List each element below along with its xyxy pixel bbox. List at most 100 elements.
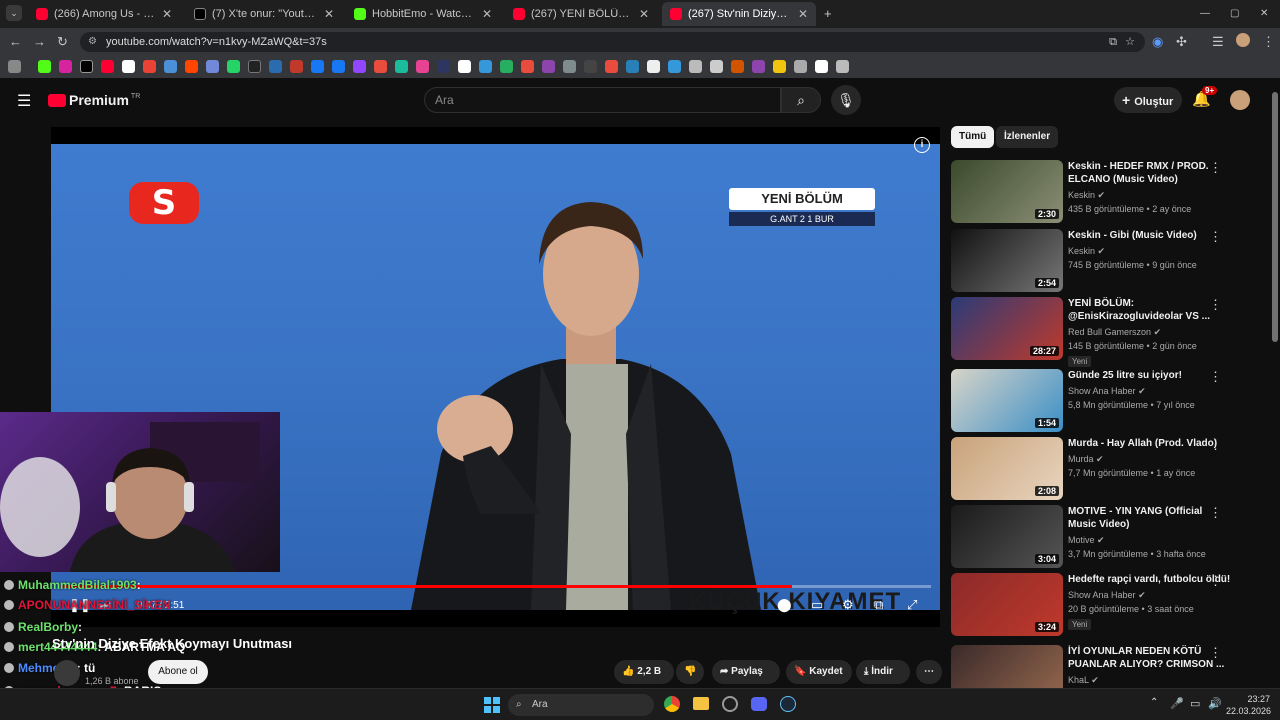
miniplayer-icon[interactable]: ⧉ (874, 597, 883, 613)
channel-name[interactable]: Show Ana Haber ✔ (1068, 590, 1233, 601)
taskbar-clock[interactable]: 23:27 22.03.2026 (1226, 693, 1271, 717)
profile-avatar-icon[interactable] (1236, 33, 1250, 47)
recommended-video[interactable]: 2:08 Murda - Hay Allah (Prod. Vlado) Murda… (951, 437, 1261, 503)
recommended-video[interactable]: 2:30 Keskin - HEDEF RMX / PROD. ELCANO (M… (951, 160, 1261, 226)
hamburger-menu-icon[interactable]: ☰ (17, 91, 31, 111)
bookmark-translate-icon[interactable] (206, 60, 219, 73)
bookmark-site-icon[interactable] (416, 60, 429, 73)
bookmark-site-icon[interactable] (605, 60, 618, 73)
bookmark-site-icon[interactable] (731, 60, 744, 73)
bookmark-site-icon[interactable] (626, 60, 639, 73)
bookmark-site-icon[interactable] (437, 60, 450, 73)
more-actions-button[interactable]: ⋯ (916, 660, 942, 684)
reading-list-icon[interactable]: ☰ (1212, 34, 1224, 50)
discord-icon[interactable] (751, 697, 767, 711)
close-icon[interactable]: ✕ (162, 7, 172, 21)
bookmark-site-icon[interactable] (584, 60, 597, 73)
youtube-premium-logo[interactable]: Premium TR (48, 92, 140, 108)
bookmark-site-icon[interactable] (815, 60, 828, 73)
more-options-icon[interactable]: ⋮ (1209, 573, 1222, 589)
minimize-icon[interactable]: — (1200, 6, 1210, 22)
extensions-puzzle-icon[interactable]: ✣ (1176, 34, 1187, 50)
bookmark-site-icon[interactable] (479, 60, 492, 73)
more-options-icon[interactable]: ⋮ (1209, 645, 1222, 661)
channel-name[interactable]: Red Bull Gamerszon ✔ (1068, 327, 1233, 338)
bookmark-site-icon[interactable] (269, 60, 282, 73)
fullscreen-icon[interactable]: ⤢ (907, 597, 917, 613)
bookmark-reddit-icon[interactable] (185, 60, 198, 73)
video-thumbnail[interactable]: 28:27 (951, 297, 1063, 360)
channel-name[interactable]: Murda ✔ (1068, 454, 1233, 465)
bookmark-site-icon[interactable] (647, 60, 660, 73)
bookmark-youtube-icon[interactable] (101, 60, 114, 73)
tab-x-post[interactable]: (7) X'te onur: "Youtubedaki Era✕ (186, 2, 342, 26)
settings-app-icon[interactable] (722, 696, 738, 712)
chip-watched[interactable]: İzlenenler (996, 126, 1059, 148)
bookmark-google-icon[interactable] (122, 60, 135, 73)
close-icon[interactable]: ✕ (482, 7, 492, 21)
windows-start-icon[interactable] (484, 697, 500, 713)
bookmark-star-icon[interactable]: ☆ (1125, 32, 1135, 52)
like-button[interactable]: 👍 2,2 B (614, 660, 674, 684)
autoplay-toggle[interactable]: ⬤ (777, 597, 792, 613)
tab-among-us[interactable]: (266) Among Us - Lobby Space✕ (28, 2, 180, 26)
tab-list-icon[interactable]: ⌄ (6, 5, 22, 21)
chrome-taskbar-icon[interactable] (664, 696, 680, 712)
bookmark-site-icon[interactable] (395, 60, 408, 73)
account-avatar[interactable] (1230, 90, 1250, 110)
bookmark-steam-icon[interactable] (248, 60, 261, 73)
video-thumbnail[interactable]: 2:30 (951, 160, 1063, 223)
channel-avatar[interactable] (54, 660, 80, 686)
more-options-icon[interactable]: ⋮ (1209, 505, 1222, 521)
bookmark-site-icon[interactable] (500, 60, 513, 73)
bookmark-site-icon[interactable] (458, 60, 471, 73)
bookmark-site-icon[interactable] (290, 60, 303, 73)
more-options-icon[interactable]: ⋮ (1209, 160, 1222, 176)
chip-all[interactable]: Tümü (951, 126, 995, 148)
reload-icon[interactable]: ↻ (57, 34, 68, 50)
taskbar-search[interactable]: ⌕ Ara (508, 694, 654, 716)
video-thumbnail[interactable]: 2:54 (951, 229, 1063, 292)
search-input[interactable]: Ara (424, 87, 781, 113)
install-app-icon[interactable]: ⧉ (1109, 32, 1117, 52)
channel-name[interactable]: Keskin ✔ (1068, 246, 1233, 257)
site-info-icon[interactable]: ⚙ (88, 32, 97, 52)
bookmark-facebook-icon[interactable] (332, 60, 345, 73)
new-tab-button[interactable]: + (824, 6, 832, 22)
bookmark-site-icon[interactable] (794, 60, 807, 73)
recommended-video[interactable]: 28:27 YENİ BÖLÜM: @EnisKirazogluvideolar … (951, 297, 1261, 367)
bookmark-site-icon[interactable] (542, 60, 555, 73)
video-thumbnail[interactable]: 1:54 (951, 369, 1063, 432)
bookmark-site-icon[interactable] (689, 60, 702, 73)
channel-name[interactable]: Show Ana Haber ✔ (1068, 386, 1233, 397)
close-icon[interactable]: ✕ (639, 7, 649, 21)
bookmark-instagram-icon[interactable] (59, 60, 72, 73)
bookmark-site-icon[interactable] (164, 60, 177, 73)
video-thumbnail[interactable]: 3:24 (951, 573, 1063, 636)
address-bar[interactable]: ⚙ youtube.com/watch?v=n1kvy-MZaWQ&t=37s … (80, 32, 1145, 52)
tab-yeni-bolum[interactable]: (267) YENİ BÖLÜM: @EnisKiraz✕ (505, 2, 657, 26)
more-options-icon[interactable]: ⋮ (1209, 369, 1222, 385)
bookmark-site-icon[interactable] (521, 60, 534, 73)
more-options-icon[interactable]: ⋮ (1209, 229, 1222, 245)
volume-icon[interactable]: 🔊 (1208, 697, 1222, 710)
steam-icon[interactable] (780, 696, 796, 712)
bookmark-kick-icon[interactable] (38, 60, 51, 73)
tray-overflow-icon[interactable]: ⌃ (1150, 697, 1158, 708)
window-close-icon[interactable]: ✕ (1260, 6, 1268, 22)
scrollbar-thumb[interactable] (1272, 92, 1278, 342)
recommended-video[interactable]: 1:54 Günde 25 litre su içiyor! Show Ana Ha… (951, 369, 1261, 435)
close-icon[interactable]: ✕ (324, 7, 334, 21)
forward-icon[interactable]: → (33, 34, 46, 50)
more-options-icon[interactable]: ⋮ (1209, 297, 1222, 313)
bookmark-site-icon[interactable] (374, 60, 387, 73)
channel-name[interactable]: KhaL ✔ (1068, 675, 1233, 686)
info-icon[interactable]: i (914, 137, 930, 153)
bookmark-site-icon[interactable] (668, 60, 681, 73)
apps-grid-icon[interactable] (8, 60, 21, 73)
search-button[interactable]: ⌕ (781, 87, 821, 113)
channel-name[interactable]: Keskin ✔ (1068, 190, 1233, 201)
video-thumbnail[interactable]: 3:04 (951, 505, 1063, 568)
progress-bar[interactable] (61, 585, 931, 588)
bookmark-site-icon[interactable] (311, 60, 324, 73)
